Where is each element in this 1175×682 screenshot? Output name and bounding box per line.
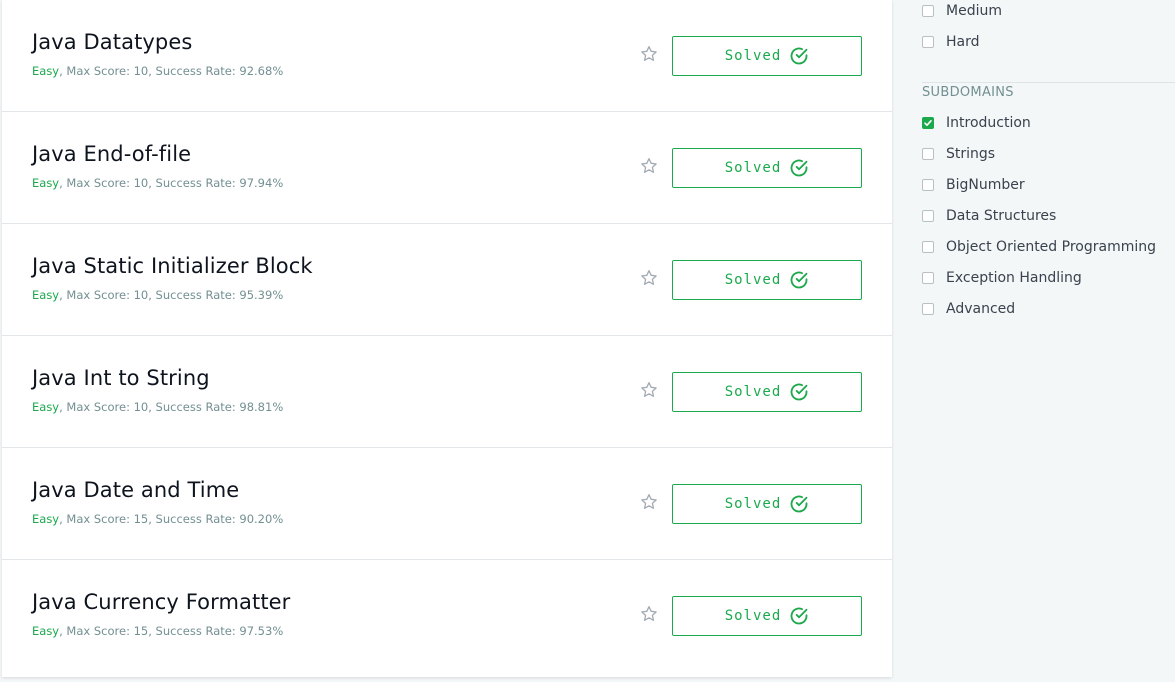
filter-subdomain-strings[interactable]: Strings (922, 144, 995, 164)
solved-button[interactable]: Solved (672, 484, 862, 524)
solved-button[interactable]: Solved (672, 260, 862, 300)
challenge-card[interactable]: Java Int to String Easy, Max Score: 10, … (2, 336, 892, 448)
filter-subdomain-data-structures[interactable]: Data Structures (922, 206, 1056, 226)
challenge-title[interactable]: Java Static Initializer Block (32, 254, 313, 278)
check-circle-icon (790, 495, 808, 513)
filter-sidebar: Medium Hard SUBDOMAINS Introduction Stri… (922, 0, 1175, 682)
challenge-title[interactable]: Java Date and Time (32, 478, 239, 502)
challenge-meta: Easy, Max Score: 10, Success Rate: 92.68… (32, 64, 283, 78)
challenge-details: , Max Score: 10, Success Rate: 98.81% (59, 400, 284, 414)
check-circle-icon (790, 383, 808, 401)
solved-button[interactable]: Solved (672, 596, 862, 636)
checkbox[interactable] (922, 36, 934, 48)
challenge-title[interactable]: Java End-of-file (32, 142, 191, 166)
challenge-details: , Max Score: 15, Success Rate: 90.20% (59, 512, 284, 526)
challenge-details: , Max Score: 10, Success Rate: 97.94% (59, 176, 284, 190)
filter-subdomain-exception-handling[interactable]: Exception Handling (922, 268, 1082, 288)
subdomains-title: SUBDOMAINS (922, 85, 1014, 100)
filter-label: Introduction (946, 115, 1031, 131)
checkbox[interactable] (922, 210, 934, 222)
solved-label: Solved (724, 48, 782, 64)
star-icon[interactable] (639, 604, 659, 624)
challenge-card[interactable]: Java End-of-file Easy, Max Score: 10, Su… (2, 112, 892, 224)
check-circle-icon (790, 607, 808, 625)
checkbox[interactable] (922, 272, 934, 284)
challenge-card[interactable]: Java Datatypes Easy, Max Score: 10, Succ… (2, 0, 892, 112)
challenge-title[interactable]: Java Datatypes (32, 30, 192, 54)
filter-difficulty-medium[interactable]: Medium (922, 1, 1002, 21)
filter-label: BigNumber (946, 177, 1025, 193)
difficulty-label: Easy (32, 176, 60, 190)
filter-subdomain-oop[interactable]: Object Oriented Programming (922, 237, 1156, 257)
section-divider (922, 82, 1175, 83)
checkbox[interactable] (922, 5, 934, 17)
challenge-meta: Easy, Max Score: 10, Success Rate: 97.94… (32, 176, 283, 190)
star-icon[interactable] (639, 492, 659, 512)
solved-button[interactable]: Solved (672, 36, 862, 76)
solved-label: Solved (724, 384, 782, 400)
filter-subdomain-bignumber[interactable]: BigNumber (922, 175, 1025, 195)
filter-label: Medium (946, 3, 1002, 19)
challenge-card[interactable]: Java Currency Formatter Easy, Max Score:… (2, 560, 892, 673)
check-circle-icon (790, 159, 808, 177)
checkbox[interactable] (922, 148, 934, 160)
solved-button[interactable]: Solved (672, 372, 862, 412)
difficulty-label: Easy (32, 512, 60, 526)
solved-label: Solved (724, 272, 782, 288)
challenge-title[interactable]: Java Currency Formatter (32, 590, 290, 614)
star-icon[interactable] (639, 268, 659, 288)
check-circle-icon (790, 271, 808, 289)
challenge-card[interactable]: Java Date and Time Easy, Max Score: 15, … (2, 448, 892, 560)
checkbox[interactable] (922, 179, 934, 191)
challenge-meta: Easy, Max Score: 15, Success Rate: 90.20… (32, 512, 283, 526)
star-icon[interactable] (639, 156, 659, 176)
challenge-details: , Max Score: 15, Success Rate: 97.53% (59, 624, 284, 638)
check-circle-icon (790, 47, 808, 65)
challenge-details: , Max Score: 10, Success Rate: 92.68% (59, 64, 284, 78)
filter-difficulty-hard[interactable]: Hard (922, 32, 980, 52)
filter-subdomain-introduction[interactable]: Introduction (922, 113, 1031, 133)
challenge-details: , Max Score: 10, Success Rate: 95.39% (59, 288, 284, 302)
solved-label: Solved (724, 608, 782, 624)
checkbox[interactable] (922, 241, 934, 253)
filter-label: Object Oriented Programming (946, 239, 1156, 255)
checkmark-icon (924, 120, 932, 126)
solved-label: Solved (724, 160, 782, 176)
difficulty-label: Easy (32, 624, 60, 638)
challenge-list: Java Datatypes Easy, Max Score: 10, Succ… (2, 0, 892, 677)
filter-label: Advanced (946, 301, 1016, 317)
filter-label: Strings (946, 146, 996, 162)
challenge-card[interactable]: Java Static Initializer Block Easy, Max … (2, 224, 892, 336)
filter-subdomain-advanced[interactable]: Advanced (922, 299, 1015, 319)
difficulty-label: Easy (32, 288, 60, 302)
star-icon[interactable] (639, 380, 659, 400)
challenge-title[interactable]: Java Int to String (32, 366, 210, 390)
challenge-meta: Easy, Max Score: 15, Success Rate: 97.53… (32, 624, 283, 638)
filter-label: Exception Handling (946, 270, 1082, 286)
star-icon[interactable] (639, 44, 659, 64)
solved-label: Solved (724, 496, 782, 512)
difficulty-label: Easy (32, 400, 60, 414)
challenge-meta: Easy, Max Score: 10, Success Rate: 98.81… (32, 400, 283, 414)
solved-button[interactable]: Solved (672, 148, 862, 188)
checkbox[interactable] (922, 303, 934, 315)
checkbox-checked[interactable] (922, 117, 934, 129)
difficulty-label: Easy (32, 64, 60, 78)
filter-label: Data Structures (946, 208, 1057, 224)
challenge-meta: Easy, Max Score: 10, Success Rate: 95.39… (32, 288, 283, 302)
filter-label: Hard (946, 34, 980, 50)
